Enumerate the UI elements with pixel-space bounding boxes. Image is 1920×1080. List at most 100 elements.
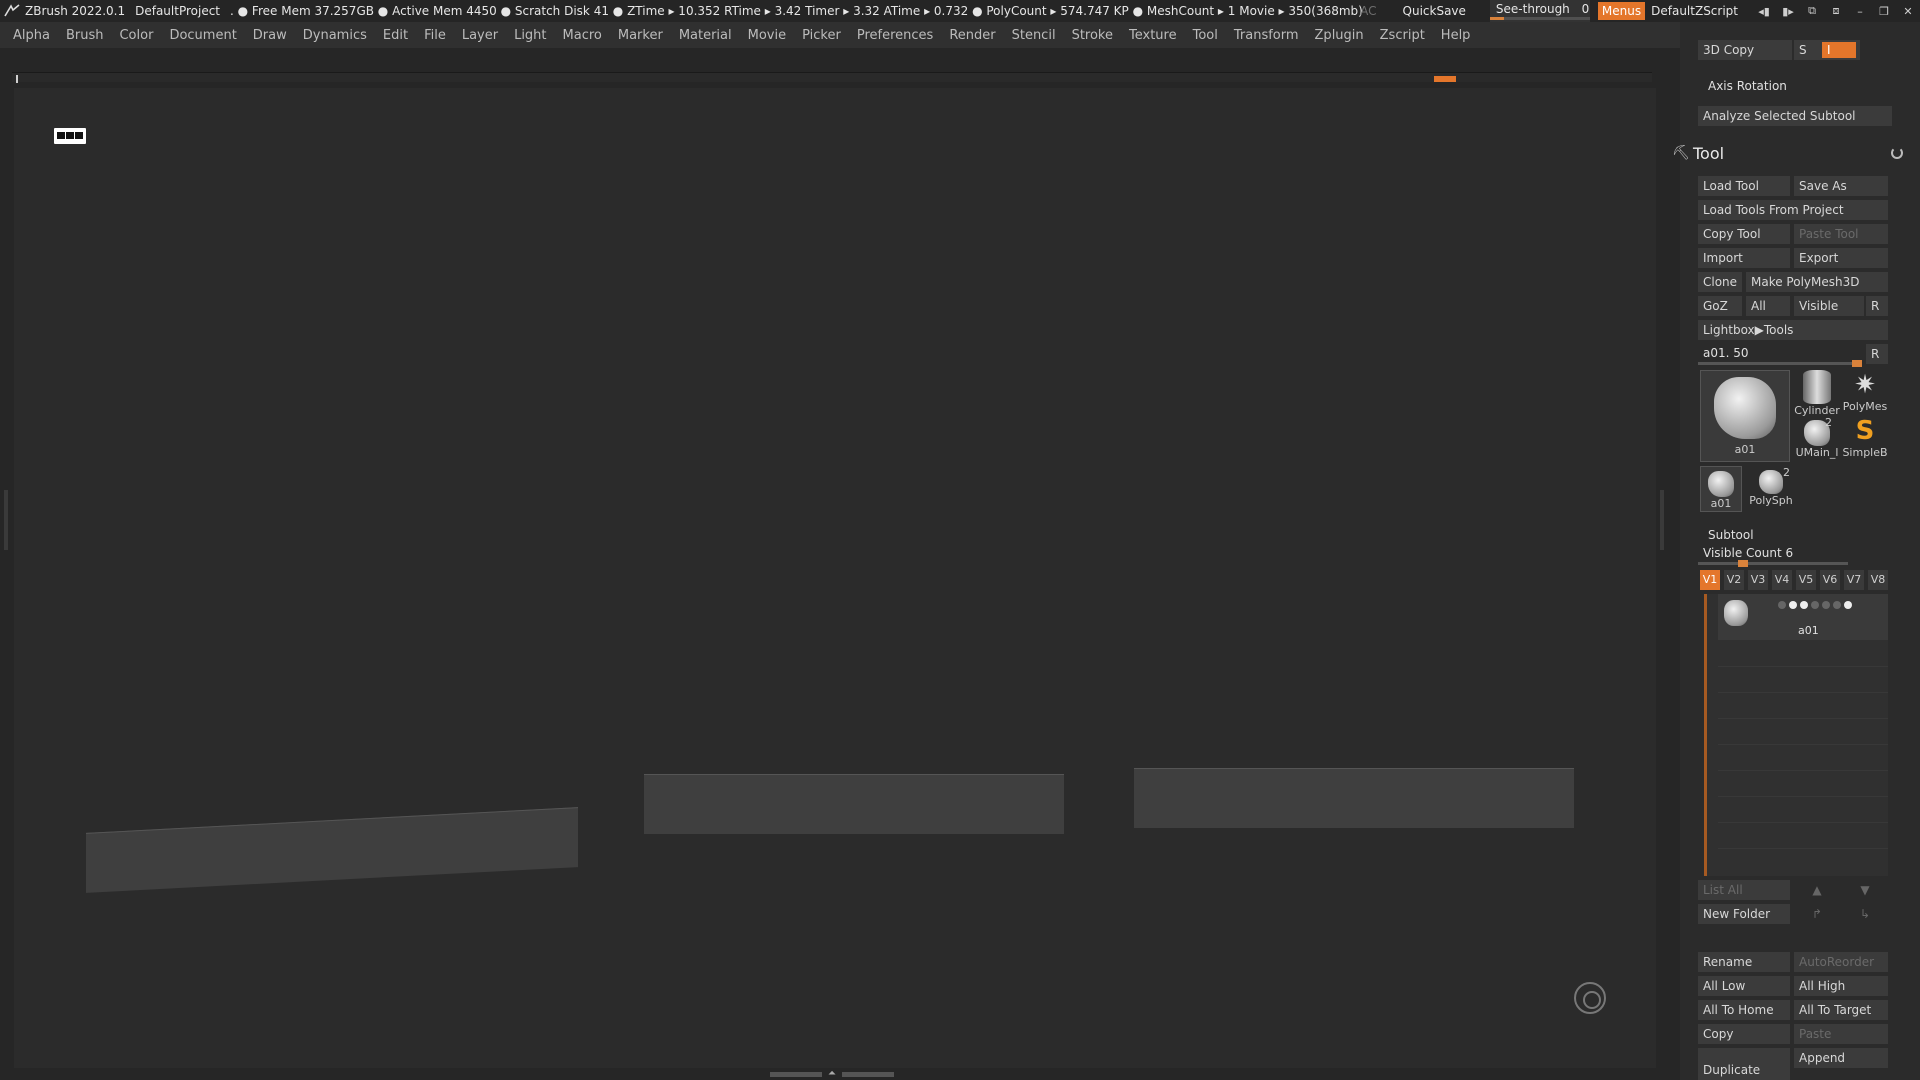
navigation-orbit-icon[interactable] [1574,982,1606,1014]
visibility-tab-v8[interactable]: V8 [1868,570,1888,590]
menu-item-zplugin[interactable]: Zplugin [1315,28,1364,43]
analyze-subtool-button[interactable]: Analyze Selected Subtool [1698,106,1892,126]
ac-toggle[interactable]: AC [1360,4,1376,18]
visibility-tab-v5[interactable]: V5 [1796,570,1816,590]
goz-visible-button[interactable]: Visible [1794,296,1864,316]
timeline-current-marker[interactable] [1434,76,1456,82]
menu-item-transform[interactable]: Transform [1234,28,1299,43]
copy-button[interactable]: Copy [1698,1024,1790,1044]
visibility-tab-v7[interactable]: V7 [1844,570,1864,590]
export-button[interactable]: Export [1794,248,1888,268]
quicksave-button[interactable]: QuickSave [1403,4,1466,18]
visibility-tab-v6[interactable]: V6 [1820,570,1840,590]
3d-copy-i-slider[interactable]: I [1822,42,1856,58]
refresh-icon[interactable] [1891,147,1903,159]
subtool-item-a01[interactable]: a01 [1718,594,1888,640]
tool-palette-icon[interactable]: ⛏ [1672,145,1690,161]
subtool-list[interactable]: a01 [1704,594,1888,876]
menu-item-dynamics[interactable]: Dynamics [303,28,367,43]
window-float-icon[interactable]: ⧈ [1824,4,1848,18]
move-down-icon[interactable]: ▼ [1856,881,1874,899]
see-through-slider[interactable]: See-through 0 [1489,0,1590,22]
bottom-tray-handle[interactable]: ⏶ [770,1069,900,1079]
menu-item-layer[interactable]: Layer [462,28,498,43]
all-high-button[interactable]: All High [1794,976,1888,996]
lightbox-tools-button[interactable]: Lightbox▶Tools [1698,320,1888,340]
move-to-folder-icon[interactable]: ↱ [1808,905,1826,923]
3d-copy-button[interactable]: 3D Copy [1698,40,1792,60]
tool-palette-title[interactable]: Tool [1693,144,1724,163]
goz-button[interactable]: GoZ [1698,296,1742,316]
paste-button[interactable]: Paste [1794,1024,1888,1044]
visibility-tab-v4[interactable]: V4 [1772,570,1792,590]
paste-tool-button[interactable]: Paste Tool [1794,224,1888,244]
layout-prev-icon[interactable]: ◂▮ [1752,5,1776,18]
menu-item-help[interactable]: Help [1441,28,1471,43]
restore-icon[interactable]: ❐ [1872,5,1896,18]
menu-item-movie[interactable]: Movie [748,28,786,43]
current-tool-slider[interactable] [1698,360,1862,367]
menu-item-stencil[interactable]: Stencil [1012,28,1056,43]
menu-item-render[interactable]: Render [949,28,995,43]
tool-thumb-a01-main[interactable]: a01 [1700,370,1790,462]
new-folder-button[interactable]: New Folder [1698,904,1790,924]
duplicate-button[interactable]: Duplicate [1698,1048,1790,1080]
viewport-canvas[interactable] [14,88,1656,1068]
axis-rotation-label[interactable]: Axis Rotation [1708,79,1787,93]
right-tray-handle[interactable] [1660,490,1664,550]
menu-item-zscript[interactable]: Zscript [1380,28,1425,43]
subtool-scrollbar[interactable] [1704,594,1707,876]
import-button[interactable]: Import [1698,248,1790,268]
copy-tool-button[interactable]: Copy Tool [1698,224,1790,244]
load-tools-from-project-button[interactable]: Load Tools From Project [1698,200,1888,220]
clone-button[interactable]: Clone [1698,272,1742,292]
tool-thumb-umain[interactable]: 2 UMain_l [1794,416,1840,462]
make-polymesh-button[interactable]: Make PolyMesh3D [1746,272,1888,292]
save-as-button[interactable]: Save As [1794,176,1888,196]
visibility-tab-v2[interactable]: V2 [1724,570,1744,590]
menu-item-edit[interactable]: Edit [383,28,408,43]
subtool-section-title[interactable]: Subtool [1708,528,1754,542]
goz-all-button[interactable]: All [1746,296,1790,316]
menus-toggle[interactable]: Menus [1597,2,1646,20]
visibility-tab-v3[interactable]: V3 [1748,570,1768,590]
close-icon[interactable]: ✕ [1896,5,1920,18]
tool-thumb-simpleb[interactable]: S SimpleB [1842,416,1888,462]
list-all-button[interactable]: List All [1698,880,1790,900]
visible-count-slider[interactable] [1698,560,1848,567]
window-tile-icon[interactable]: ⧉ [1800,4,1824,18]
menu-item-material[interactable]: Material [679,28,732,43]
menu-item-stroke[interactable]: Stroke [1072,28,1113,43]
default-zscript-button[interactable]: DefaultZScript [1651,4,1738,18]
menu-item-preferences[interactable]: Preferences [857,28,933,43]
append-button[interactable]: Append [1794,1048,1888,1068]
all-low-button[interactable]: All Low [1698,976,1790,996]
floor-grid-toggle-icon[interactable] [54,128,86,144]
rename-button[interactable]: Rename [1698,952,1790,972]
menu-item-draw[interactable]: Draw [253,28,287,43]
move-out-folder-icon[interactable]: ↳ [1856,905,1874,923]
move-up-icon[interactable]: ▲ [1808,881,1826,899]
menu-item-brush[interactable]: Brush [66,28,104,43]
tool-thumb-a01-small[interactable]: a01 [1700,466,1742,512]
menu-item-document[interactable]: Document [169,28,236,43]
left-tray-handle[interactable] [4,490,8,550]
tool-thumb-polymesh[interactable]: ✷ PolyMes [1842,370,1888,414]
all-to-home-button[interactable]: All To Home [1698,1000,1790,1020]
visibility-tab-v1[interactable]: V1 [1700,570,1720,590]
menu-item-light[interactable]: Light [514,28,546,43]
tool-thumb-polysph[interactable]: 2 PolySph [1746,466,1796,512]
subtool-visibility-icons[interactable] [1778,598,1888,609]
menu-item-texture[interactable]: Texture [1129,28,1177,43]
menu-item-picker[interactable]: Picker [802,28,841,43]
tool-thumb-cylinder[interactable]: Cylinder [1794,370,1840,417]
tool-slider-r-button[interactable]: R [1866,344,1888,364]
menu-item-marker[interactable]: Marker [618,28,663,43]
goz-r-button[interactable]: R [1866,296,1888,316]
minimize-icon[interactable]: – [1848,5,1872,18]
load-tool-button[interactable]: Load Tool [1698,176,1790,196]
menu-item-color[interactable]: Color [119,28,153,43]
auto-reorder-button[interactable]: AutoReorder [1794,952,1888,972]
menu-item-tool[interactable]: Tool [1193,28,1218,43]
menu-item-alpha[interactable]: Alpha [13,28,50,43]
